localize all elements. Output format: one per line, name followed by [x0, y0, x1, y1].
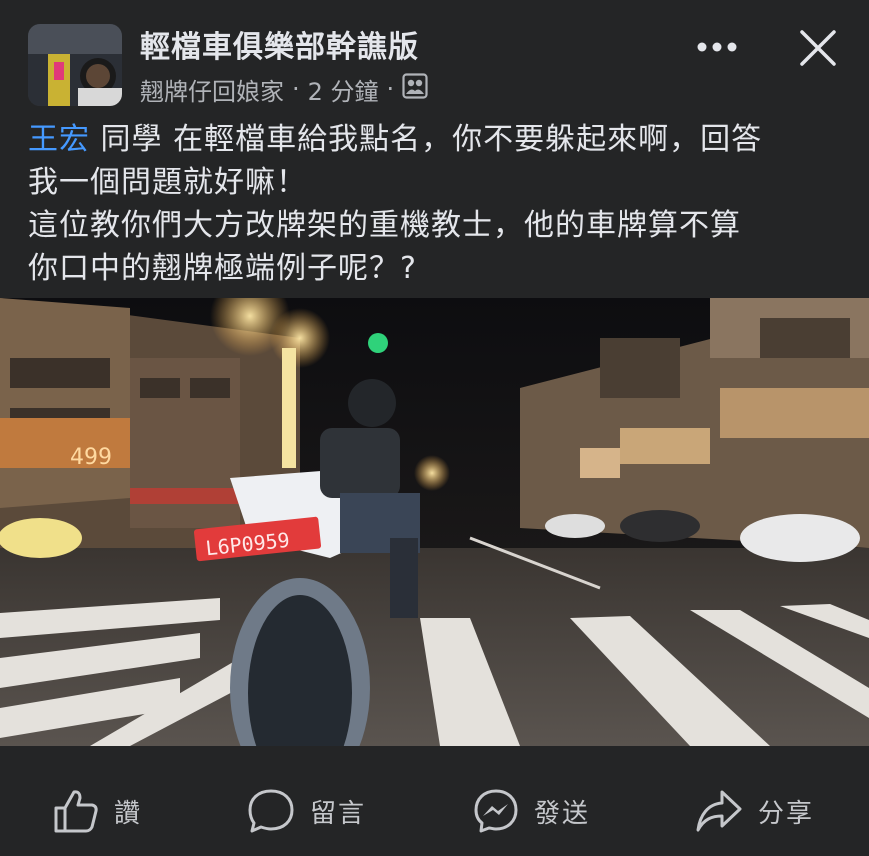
more-horizontal-icon: [697, 42, 737, 52]
post-line-1: 王宏 同學 在輕檔車給我點名，你不要躲起來啊，回答: [28, 118, 848, 161]
post-line-3: 這位教你們大方改牌架的重機教士，他的車牌算不算: [28, 208, 741, 243]
send-button[interactable]: 發送: [472, 786, 590, 836]
comment-label: 留言: [310, 798, 367, 829]
post-time[interactable]: 2 分鐘: [308, 72, 379, 107]
meta-separator: ·: [292, 75, 300, 103]
store-sign-text: 499: [70, 445, 112, 470]
comment-button[interactable]: 留言: [246, 786, 366, 836]
post-meta: 翹牌仔回娘家 · 2 分鐘 ·: [140, 72, 428, 106]
like-button[interactable]: 讚: [52, 786, 142, 836]
close-button[interactable]: [794, 24, 842, 72]
group-icon: [402, 73, 428, 105]
post-line-4: 你口中的翹牌極端例子呢？?: [28, 251, 417, 286]
post-photo[interactable]: 499 L6P0959: [0, 298, 869, 746]
post-text-segment: 同學 在輕檔車給我點名，你不要躲起來啊，回答: [90, 122, 763, 157]
close-icon: [800, 30, 836, 66]
share-label: 分享: [758, 798, 815, 829]
share-button[interactable]: 分享: [694, 786, 814, 836]
share-icon: [696, 790, 742, 832]
mention-link[interactable]: 王宏: [28, 122, 90, 157]
author-name[interactable]: 翹牌仔回娘家: [140, 72, 284, 107]
messenger-icon: [474, 789, 518, 833]
meta-separator-2: ·: [386, 75, 395, 103]
more-options-button[interactable]: [694, 30, 740, 64]
like-icon: [54, 790, 98, 833]
group-title[interactable]: 輕檔車俱樂部幹譙版: [140, 22, 419, 66]
like-label: 讚: [114, 798, 143, 829]
street-night-photo: 499 L6P0959: [0, 298, 869, 746]
group-avatar[interactable]: [28, 24, 122, 106]
post-action-bar: 讚 留言 發送 分享: [0, 748, 869, 856]
post-line-2: 我一個問題就好嘛！: [28, 165, 307, 200]
post-body: 王宏 同學 在輕檔車給我點名，你不要躲起來啊，回答 我一個問題就好嘛！ 這位教你…: [28, 118, 848, 290]
avatar-image: [28, 24, 122, 106]
post-header: 輕檔車俱樂部幹譙版 翹牌仔回娘家 · 2 分鐘 ·: [0, 0, 869, 115]
send-label: 發送: [534, 798, 591, 829]
comment-icon: [248, 789, 294, 833]
